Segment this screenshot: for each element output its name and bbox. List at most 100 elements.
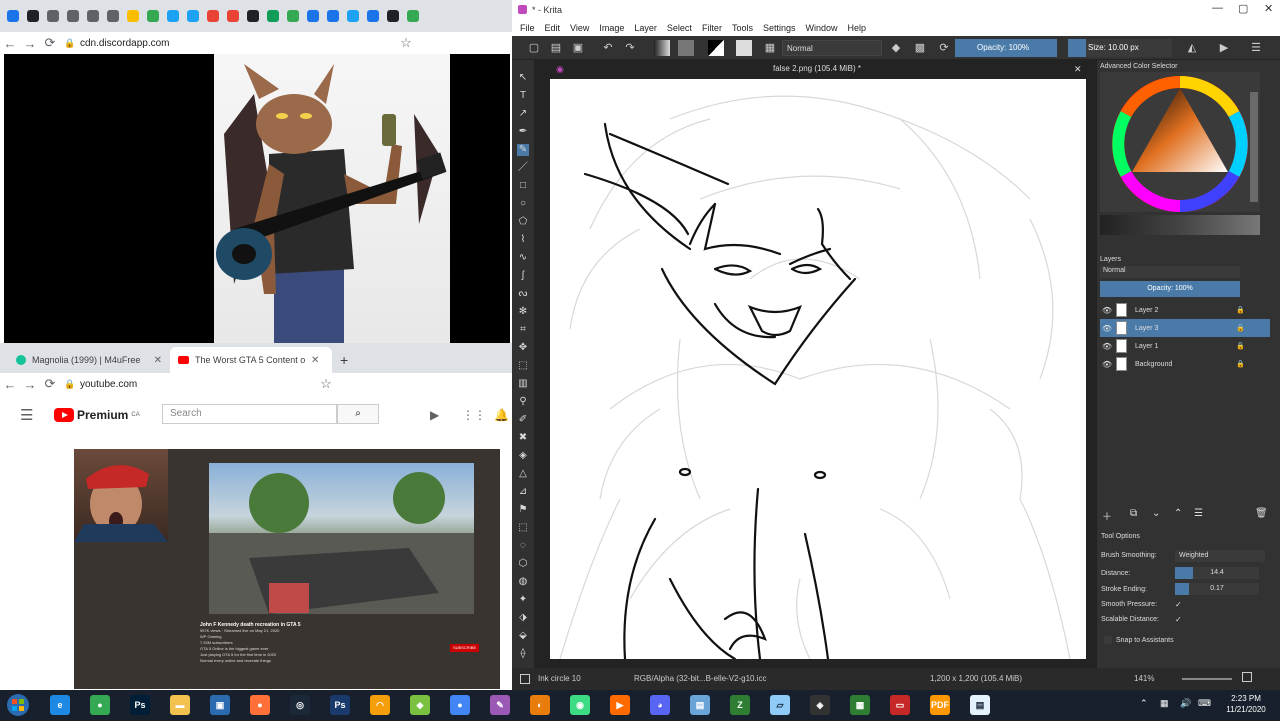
pinned-tab[interactable] — [384, 4, 402, 28]
pinned-tab[interactable] — [84, 4, 102, 28]
pinned-tab[interactable] — [224, 4, 242, 28]
apps-grid-icon[interactable]: ⋮⋮ — [462, 408, 486, 422]
bookmark-star-icon[interactable]: ☆ — [396, 35, 416, 51]
gradient-icon[interactable] — [654, 40, 670, 56]
davinci-icon[interactable]: ◈ — [810, 695, 830, 715]
gradient-tool-icon[interactable]: ▥ — [517, 378, 529, 390]
bookmark-star-icon[interactable]: ☆ — [316, 376, 336, 392]
opacity-slider[interactable]: Opacity: 100% — [955, 39, 1057, 57]
audible-icon[interactable]: ◠ — [370, 695, 390, 715]
ellipse-icon[interactable]: ○ — [517, 198, 529, 210]
colorize-icon[interactable]: ✐ — [517, 414, 529, 426]
stroke-ending-slider[interactable]: 0.17 — [1175, 583, 1259, 595]
notification-bell-icon[interactable]: 🔔 — [494, 408, 509, 422]
app3-icon[interactable]: ▶ — [610, 695, 630, 715]
forward-icon[interactable]: → — [20, 377, 40, 392]
search-button[interactable]: ⌕ — [337, 404, 379, 424]
scalable-distance-checkbox[interactable]: ✓ — [1175, 615, 1182, 624]
chrome-icon[interactable]: ● — [90, 695, 110, 715]
distance-slider[interactable]: 14.4 — [1175, 567, 1259, 579]
steam-icon[interactable]: ◎ — [290, 695, 310, 715]
menu-layer[interactable]: Layer — [634, 23, 657, 33]
menu-settings[interactable]: Settings — [763, 23, 796, 33]
brush-preset-icon[interactable] — [736, 40, 752, 56]
smart-patch-icon[interactable]: ✖ — [517, 432, 529, 444]
layer-properties-icon[interactable]: ☰ — [1194, 508, 1203, 519]
close-icon[interactable]: ✕ — [311, 355, 319, 366]
menu-filter[interactable]: Filter — [702, 23, 722, 33]
redo-icon[interactable]: ↷ — [622, 40, 638, 56]
discord-icon[interactable]: ◕ — [650, 695, 670, 715]
undo-icon[interactable]: ↶ — [600, 40, 616, 56]
menu-window[interactable]: Window — [805, 23, 837, 33]
duplicate-layer-icon[interactable]: ⧉ — [1130, 508, 1137, 519]
layer-row[interactable]: 👁 Layer 1 🔒 — [1100, 337, 1270, 355]
polygon-select-icon[interactable]: ⬡ — [517, 558, 529, 570]
snap-to-assistants[interactable]: Snap to Assistants — [1104, 636, 1174, 644]
move-icon[interactable]: ✥ — [517, 342, 529, 354]
assistant-icon[interactable]: △ — [517, 468, 529, 480]
freehand-select-icon[interactable]: ◍ — [517, 576, 529, 588]
android-icon[interactable]: ◉ — [570, 695, 590, 715]
layer-row[interactable]: 👁 Layer 2 🔒 — [1100, 301, 1270, 319]
bezier-select-icon[interactable]: ⬙ — [517, 630, 529, 642]
layer-lock-icon[interactable]: 🔒 — [1236, 306, 1245, 314]
layer-blend-select[interactable]: Normal — [1100, 266, 1240, 278]
edit-shapes-icon[interactable]: ↗ — [517, 108, 529, 120]
tab-magnolia[interactable]: Magnolia (1999) | M4uFree ✕ — [8, 347, 170, 373]
visibility-eye-icon[interactable]: 👁 — [1100, 324, 1114, 333]
network-icon[interactable]: ▦ — [1160, 698, 1169, 709]
close-document-icon[interactable]: ✕ — [1074, 64, 1082, 75]
pinned-tab[interactable] — [404, 4, 422, 28]
menu-select[interactable]: Select — [667, 23, 692, 33]
krita-icon[interactable]: ✎ — [490, 695, 510, 715]
text-icon[interactable]: T — [517, 90, 529, 102]
pinned-tab[interactable] — [4, 4, 22, 28]
new-document-icon[interactable]: ▢ — [526, 40, 542, 56]
crop-icon[interactable]: ⌗ — [517, 324, 529, 336]
url-text[interactable]: youtube.com — [80, 379, 137, 390]
menu-view[interactable]: View — [570, 23, 589, 33]
reload-icon[interactable]: ⟳ — [40, 376, 60, 392]
visibility-eye-icon[interactable]: 👁 — [1100, 360, 1114, 369]
blend-mode-select[interactable]: Normal — [782, 40, 882, 56]
document-title[interactable]: false 2.png (105.4 MiB) * — [548, 64, 1086, 78]
layer-row-selected[interactable]: 👁 Layer 3 🔒 — [1100, 319, 1270, 337]
firefox-icon[interactable]: ● — [250, 695, 270, 715]
measure-icon[interactable]: ⊿ — [517, 486, 529, 498]
pinned-tab[interactable] — [364, 4, 382, 28]
tab-youtube[interactable]: The Worst GTA 5 Content on ✕ — [170, 347, 332, 373]
polygon-icon[interactable]: ⬠ — [517, 216, 529, 228]
mirror-horizontal-icon[interactable]: ◭ — [1184, 40, 1200, 56]
menu-tools[interactable]: Tools — [732, 23, 753, 33]
minimize-icon[interactable]: — — [1212, 2, 1223, 14]
ie-icon[interactable]: e — [50, 695, 70, 715]
pinned-tab[interactable] — [104, 4, 122, 28]
start-button[interactable] — [2, 692, 34, 718]
maximize-icon[interactable]: ▢ — [1238, 2, 1248, 15]
app2-icon[interactable]: ◆ — [410, 695, 430, 715]
search-input[interactable]: Search — [162, 404, 337, 424]
pinned-tab[interactable] — [24, 4, 42, 28]
fill-icon[interactable]: ◈ — [517, 450, 529, 462]
move-down-icon[interactable]: ⌄ — [1152, 508, 1160, 519]
snap-checkbox[interactable] — [1104, 636, 1112, 644]
visibility-eye-icon[interactable]: 👁 — [1100, 342, 1114, 351]
menu-file[interactable]: File — [520, 23, 535, 33]
notepad-icon[interactable]: ▤ — [970, 695, 990, 715]
pinned-tab[interactable] — [304, 4, 322, 28]
size-slider[interactable]: Size: 10.00 px — [1068, 39, 1172, 57]
pinned-tab[interactable] — [344, 4, 362, 28]
contiguous-select-icon[interactable]: ✦ — [517, 594, 529, 606]
forward-icon[interactable]: → — [20, 36, 40, 51]
blender-icon[interactable]: ◐ — [530, 695, 550, 715]
alpha-lock-icon[interactable]: ▩ — [912, 40, 928, 56]
fullscreen-icon[interactable] — [1242, 672, 1252, 682]
menu-help[interactable]: Help — [848, 23, 867, 33]
app7-icon[interactable]: ▭ — [890, 695, 910, 715]
pinned-tab[interactable] — [324, 4, 342, 28]
youtube-logo[interactable]: Premium CA — [54, 408, 140, 422]
layer-lock-icon[interactable]: 🔒 — [1236, 342, 1245, 350]
color-picker-icon[interactable]: ⚲ — [517, 396, 529, 408]
rect-select-icon[interactable]: ⬚ — [517, 522, 529, 534]
